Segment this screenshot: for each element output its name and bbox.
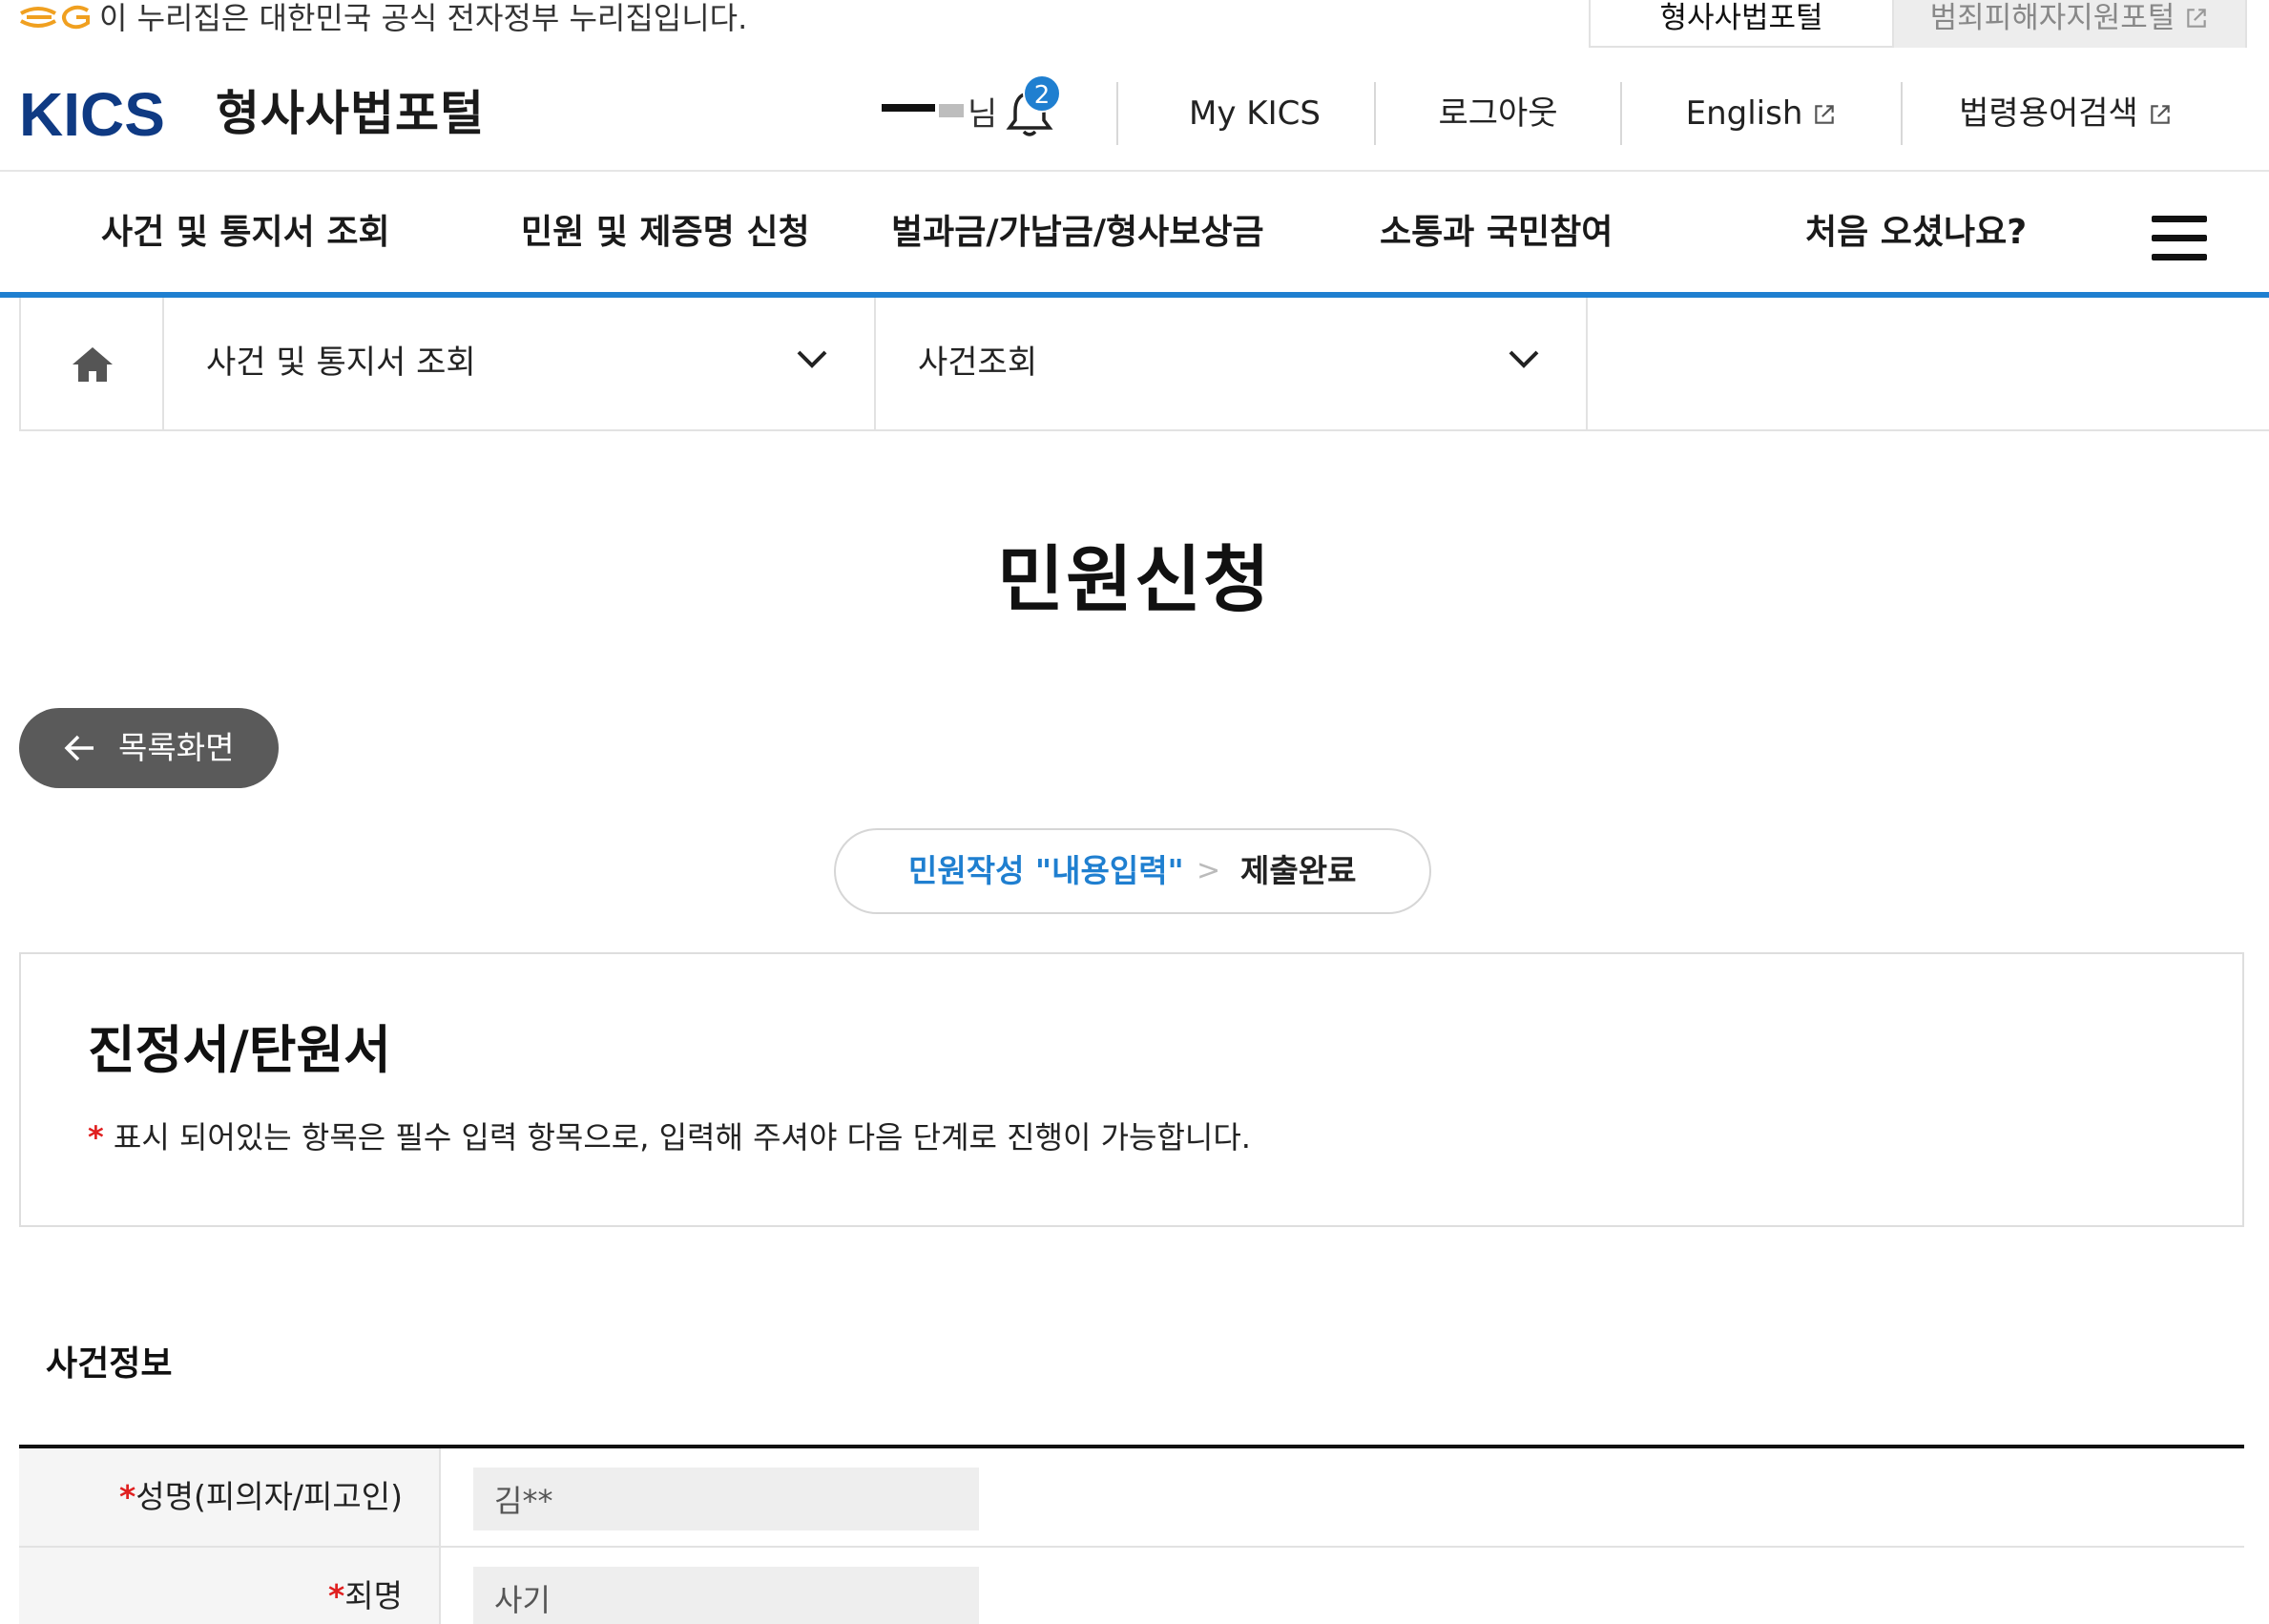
charge-name-field[interactable] bbox=[473, 1567, 979, 1624]
kics-logo-text: KICS bbox=[19, 82, 165, 145]
form-title: 진정서/탄원서 bbox=[88, 1020, 391, 1080]
nav-civil-petition[interactable]: 민원 및 제증명 신청 bbox=[521, 210, 810, 256]
nav-fines[interactable]: 벌과금/가납금/형사보상금 bbox=[891, 210, 1264, 256]
home-button[interactable] bbox=[19, 298, 164, 429]
required-note: * 표시 되어있는 항목은 필수 입력 항목으로, 입력해 주셔야 다음 단계로… bbox=[88, 1116, 1251, 1158]
breadcrumb-level2-select[interactable]: 사건조회 bbox=[876, 298, 1588, 429]
egov-logo-icon bbox=[20, 5, 90, 30]
menu-icon[interactable] bbox=[2152, 216, 2207, 261]
portal-name: 형사사법포털 bbox=[216, 86, 485, 141]
required-mark: * bbox=[328, 1577, 345, 1614]
row-header: *죄명 bbox=[19, 1548, 441, 1624]
field-label: *성명(피의자/피고인) bbox=[119, 1475, 403, 1519]
breadcrumb: 사건 및 통지서 조회 사건조회 bbox=[19, 298, 2269, 431]
breadcrumb-level1-select[interactable]: 사건 및 통지서 조회 bbox=[164, 298, 876, 429]
masked-name-part bbox=[939, 104, 964, 117]
header-divider bbox=[1116, 82, 1118, 145]
nav-participation[interactable]: 소통과 국민참여 bbox=[1380, 210, 1613, 256]
table-row: *죄명 bbox=[19, 1548, 2244, 1624]
header-divider bbox=[1901, 82, 1903, 145]
nav-first-visit[interactable]: 처음 오셨나요? bbox=[1805, 210, 2027, 256]
gov-notice-text: 이 누리집은 대한민국 공식 전자정부 누리집입니다. bbox=[99, 0, 748, 36]
my-kics-link[interactable]: My KICS bbox=[1135, 92, 1374, 135]
english-link-label: English bbox=[1685, 94, 1803, 133]
progress-steps: 민원작성 "내용입력" > 제출완료 bbox=[834, 828, 1431, 914]
row-header: *성명(피의자/피고인) bbox=[19, 1448, 441, 1546]
required-note-text: 표시 되어있는 항목은 필수 입력 항목으로, 입력해 주셔야 다음 단계로 진… bbox=[113, 1119, 1251, 1156]
external-link-icon bbox=[1815, 105, 1835, 124]
chevron-down-icon bbox=[797, 350, 827, 368]
step-current: 민원작성 "내용입력" bbox=[908, 852, 1184, 889]
external-link-icon bbox=[2187, 9, 2207, 28]
back-button-label: 목록화면 bbox=[118, 729, 235, 766]
field-label-text: 성명(피의자/피고인) bbox=[135, 1478, 403, 1515]
main-nav: 사건 및 통지서 조회 민원 및 제증명 신청 벌과금/가납금/형사보상금 소통… bbox=[0, 170, 2269, 298]
user-name: 님 bbox=[882, 94, 997, 135]
suspect-name-field[interactable] bbox=[473, 1468, 979, 1530]
required-mark: * bbox=[118, 1478, 136, 1515]
breadcrumb-level2-label: 사건조회 bbox=[918, 344, 1038, 382]
tab-victim-portal-label: 범죄피해자지원포털 bbox=[1929, 1, 2175, 35]
logout-link[interactable]: 로그아웃 bbox=[1376, 92, 1620, 135]
required-mark: * bbox=[88, 1119, 104, 1156]
case-info-table: *성명(피의자/피고인) *죄명 bbox=[19, 1445, 2244, 1624]
masked-name bbox=[882, 104, 935, 112]
form-intro-box: 진정서/탄원서 * 표시 되어있는 항목은 필수 입력 항목으로, 입력해 주셔… bbox=[19, 952, 2244, 1227]
step-next: 제출완료 bbox=[1240, 852, 1357, 889]
tab-victim-portal[interactable]: 범죄피해자지원포털 bbox=[1894, 0, 2247, 48]
tab-kics-portal-label: 형사사법포털 bbox=[1659, 1, 1823, 35]
section-title: 사건정보 bbox=[46, 1344, 173, 1384]
step-separator: > bbox=[1197, 854, 1221, 887]
legal-terms-label: 법령용어검색 bbox=[1959, 94, 2138, 133]
nav-case-notice[interactable]: 사건 및 통지서 조회 bbox=[101, 210, 390, 256]
arrow-left-icon bbox=[64, 735, 94, 761]
chevron-down-icon bbox=[1509, 350, 1539, 368]
external-link-icon bbox=[2151, 105, 2170, 124]
page-title: 민원신청 bbox=[997, 537, 1272, 622]
breadcrumb-level1-label: 사건 및 통지서 조회 bbox=[206, 344, 476, 382]
user-suffix: 님 bbox=[968, 95, 998, 134]
field-label: *죄명 bbox=[328, 1574, 403, 1618]
table-row: *성명(피의자/피고인) bbox=[19, 1448, 2244, 1548]
legal-terms-link[interactable]: 법령용어검색 bbox=[1908, 92, 2223, 135]
notification-badge: 2 bbox=[1023, 74, 1061, 113]
tab-kics-portal[interactable]: 형사사법포털 bbox=[1589, 0, 1894, 48]
gov-notice-bar: 이 누리집은 대한민국 공식 전자정부 누리집입니다. 형사사법포털 범죄피해자… bbox=[0, 0, 2269, 48]
back-to-list-button[interactable]: 목록화면 bbox=[19, 708, 279, 788]
kics-logo-icon: KICS bbox=[19, 82, 165, 145]
english-link[interactable]: English bbox=[1622, 92, 1901, 135]
home-icon bbox=[73, 347, 113, 382]
field-label-text: 죄명 bbox=[344, 1577, 403, 1614]
